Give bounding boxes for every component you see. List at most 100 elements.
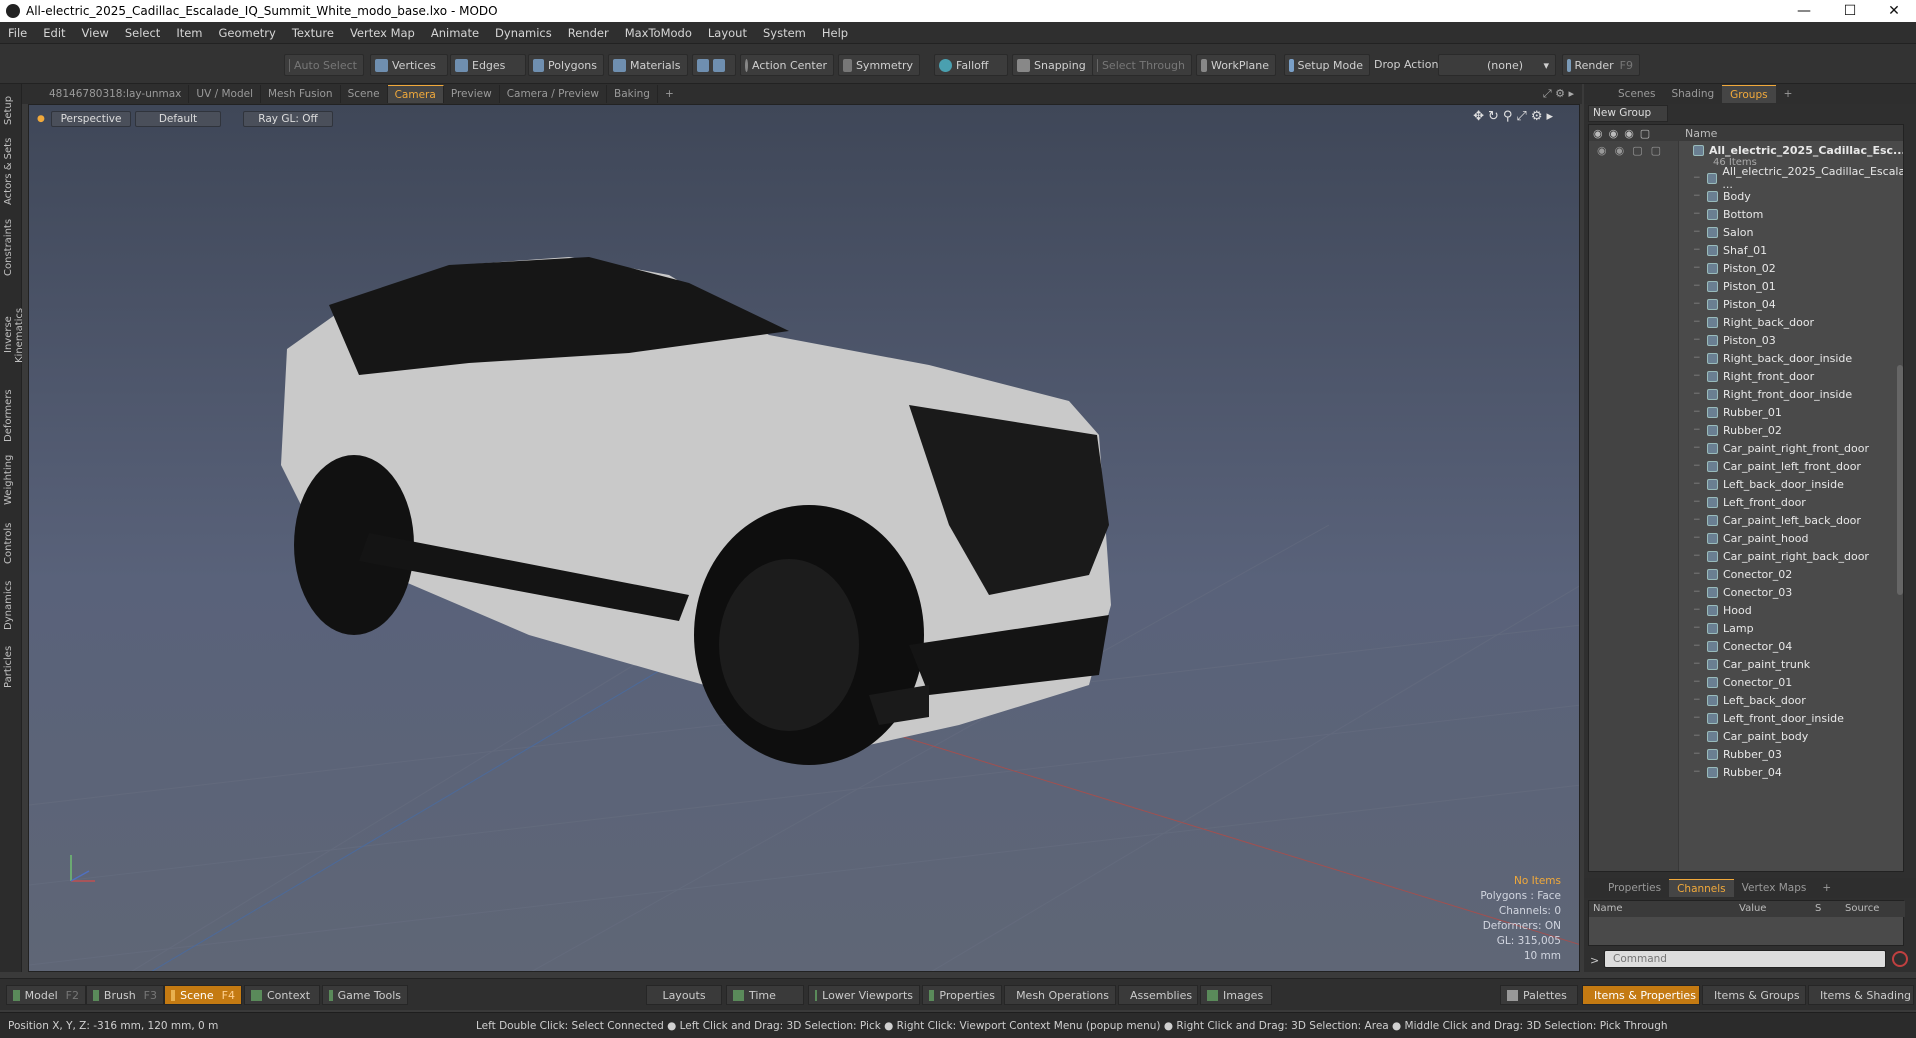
- tab-vertex-maps[interactable]: Vertex Maps: [1734, 879, 1815, 897]
- tab-groups[interactable]: Groups: [1722, 85, 1776, 103]
- list-item[interactable]: − Rubber_02: [1589, 421, 1903, 439]
- list-item[interactable]: − Conector_03: [1589, 583, 1903, 601]
- tab-particles[interactable]: Particles: [3, 638, 19, 696]
- list-item[interactable]: − Car_paint_body: [1589, 727, 1903, 745]
- menu-system[interactable]: System: [755, 26, 814, 40]
- tab-channels[interactable]: Channels: [1669, 879, 1734, 897]
- channels-table[interactable]: Name Value S Source: [1588, 900, 1905, 946]
- drop-action-select[interactable]: (none) ▾: [1438, 54, 1556, 76]
- menu-edit[interactable]: Edit: [35, 26, 73, 40]
- model-layout-button[interactable]: Model F2: [6, 985, 86, 1005]
- tab-constraints[interactable]: Constraints: [3, 212, 19, 282]
- 3d-viewport[interactable]: ● Perspective Default Ray GL: Off ✥↻⚲⤢⚙▸: [28, 104, 1580, 972]
- lower-viewports-button[interactable]: Lower Viewports: [808, 985, 920, 1005]
- menu-layout[interactable]: Layout: [700, 26, 755, 40]
- list-item[interactable]: − Left_back_door_inside: [1589, 475, 1903, 493]
- minimize-button[interactable]: —: [1782, 0, 1826, 22]
- list-item[interactable]: − Car_paint_left_back_door: [1589, 511, 1903, 529]
- properties-button[interactable]: Properties: [922, 985, 1002, 1005]
- menu-maxtomodo[interactable]: MaxToModo: [617, 26, 700, 40]
- list-item[interactable]: − Rubber_04: [1589, 763, 1903, 781]
- tab-scene[interactable]: Scene: [341, 85, 388, 103]
- tab-shading[interactable]: Shading: [1663, 85, 1722, 103]
- list-item[interactable]: − Hood: [1589, 601, 1903, 619]
- edges-button[interactable]: Edges: [450, 54, 526, 76]
- viewport-maximize-icon[interactable]: ⤢ ⚙ ▸: [1543, 87, 1574, 101]
- list-item[interactable]: − Lamp: [1589, 619, 1903, 637]
- maximize-button[interactable]: ☐: [1828, 0, 1872, 22]
- workplane-button[interactable]: WorkPlane: [1196, 54, 1276, 76]
- list-item[interactable]: − Right_back_door_inside: [1589, 349, 1903, 367]
- items-shading-button[interactable]: Items & Shading: [1808, 985, 1914, 1005]
- list-item[interactable]: − Piston_04: [1589, 295, 1903, 313]
- list-item[interactable]: − Left_front_door_inside: [1589, 709, 1903, 727]
- tab-properties[interactable]: Properties: [1600, 879, 1669, 897]
- context-layout-button[interactable]: Context: [244, 985, 320, 1005]
- action-center-button[interactable]: Action Center: [740, 54, 834, 76]
- tab-dynamics[interactable]: Dynamics: [3, 576, 19, 634]
- add-tab-button[interactable]: +: [1814, 879, 1839, 897]
- list-item[interactable]: − Piston_02: [1589, 259, 1903, 277]
- list-item[interactable]: − Piston_01: [1589, 277, 1903, 295]
- tab-uv-model[interactable]: UV / Model: [189, 85, 261, 103]
- groups-item-list[interactable]: ◉◉◉▢ Name ◉◉▢▢ All_electric_2025_Cadilla…: [1588, 124, 1904, 872]
- menu-geometry[interactable]: Geometry: [211, 26, 284, 40]
- mesh-operations-button[interactable]: Mesh Operations: [1004, 985, 1116, 1005]
- sculpt-toggle-button[interactable]: [692, 54, 736, 76]
- list-item[interactable]: − Car_paint_right_front_door: [1589, 439, 1903, 457]
- items-groups-button[interactable]: Items & Groups: [1702, 985, 1806, 1005]
- menu-animate[interactable]: Animate: [423, 26, 487, 40]
- tab-camera[interactable]: Camera: [387, 85, 444, 103]
- record-icon[interactable]: [1892, 951, 1908, 967]
- tab-lay-unmax[interactable]: 48146780318:lay-unmax: [42, 85, 190, 103]
- vertices-button[interactable]: Vertices: [370, 54, 448, 76]
- tab-setup[interactable]: Setup: [3, 90, 19, 130]
- symmetry-button[interactable]: Symmetry: [838, 54, 920, 76]
- command-input[interactable]: [1604, 950, 1886, 968]
- list-item[interactable]: − Left_front_door: [1589, 493, 1903, 511]
- close-button[interactable]: ✕: [1872, 0, 1916, 22]
- materials-button[interactable]: Materials: [608, 54, 688, 76]
- tab-weighting[interactable]: Weighting: [3, 450, 19, 510]
- render-button[interactable]: Render F9: [1562, 54, 1640, 76]
- menu-dynamics[interactable]: Dynamics: [487, 26, 560, 40]
- brush-layout-button[interactable]: Brush F3: [86, 985, 164, 1005]
- assemblies-button[interactable]: Assemblies: [1118, 985, 1198, 1005]
- new-group-button[interactable]: New Group: [1588, 105, 1668, 122]
- list-item[interactable]: − Left_back_door: [1589, 691, 1903, 709]
- list-item[interactable]: − All_electric_2025_Cadillac_Escala ...: [1589, 165, 1903, 191]
- setup-mode-button[interactable]: Setup Mode: [1284, 54, 1370, 76]
- palettes-button[interactable]: Palettes: [1500, 985, 1578, 1005]
- list-item[interactable]: − Body: [1589, 187, 1903, 205]
- list-item[interactable]: − Right_front_door: [1589, 367, 1903, 385]
- menu-render[interactable]: Render: [560, 26, 617, 40]
- layouts-button[interactable]: Layouts: [646, 985, 722, 1005]
- menu-item[interactable]: Item: [168, 26, 210, 40]
- list-item[interactable]: − Bottom: [1589, 205, 1903, 223]
- menu-help[interactable]: Help: [814, 26, 856, 40]
- list-item[interactable]: − Conector_01: [1589, 673, 1903, 691]
- list-item[interactable]: − Car_paint_hood: [1589, 529, 1903, 547]
- tab-deformers[interactable]: Deformers: [3, 386, 19, 446]
- list-scrollbar[interactable]: [1897, 365, 1903, 595]
- add-tab-button[interactable]: +: [658, 85, 681, 103]
- auto-select-button[interactable]: Auto Select: [284, 54, 364, 76]
- list-item[interactable]: − Car_paint_left_front_door: [1589, 457, 1903, 475]
- select-through-button[interactable]: Select Through: [1092, 54, 1192, 76]
- menu-select[interactable]: Select: [117, 26, 168, 40]
- falloff-button[interactable]: Falloff: [934, 54, 1008, 76]
- list-item[interactable]: − Conector_02: [1589, 565, 1903, 583]
- list-item[interactable]: − Salon: [1589, 223, 1903, 241]
- menu-view[interactable]: View: [74, 26, 117, 40]
- tab-baking[interactable]: Baking: [607, 85, 658, 103]
- list-item[interactable]: − Piston_03: [1589, 331, 1903, 349]
- list-item[interactable]: − Rubber_01: [1589, 403, 1903, 421]
- time-button[interactable]: Time: [726, 985, 804, 1005]
- menu-file[interactable]: File: [0, 26, 35, 40]
- images-button[interactable]: Images: [1200, 985, 1272, 1005]
- tab-inverse-kinematics[interactable]: Inverse Kinematics: [3, 288, 25, 382]
- tab-scenes[interactable]: Scenes: [1610, 85, 1663, 103]
- tab-controls[interactable]: Controls: [3, 514, 19, 572]
- list-item[interactable]: − Right_back_door: [1589, 313, 1903, 331]
- items-properties-button[interactable]: Items & Properties: [1582, 985, 1700, 1005]
